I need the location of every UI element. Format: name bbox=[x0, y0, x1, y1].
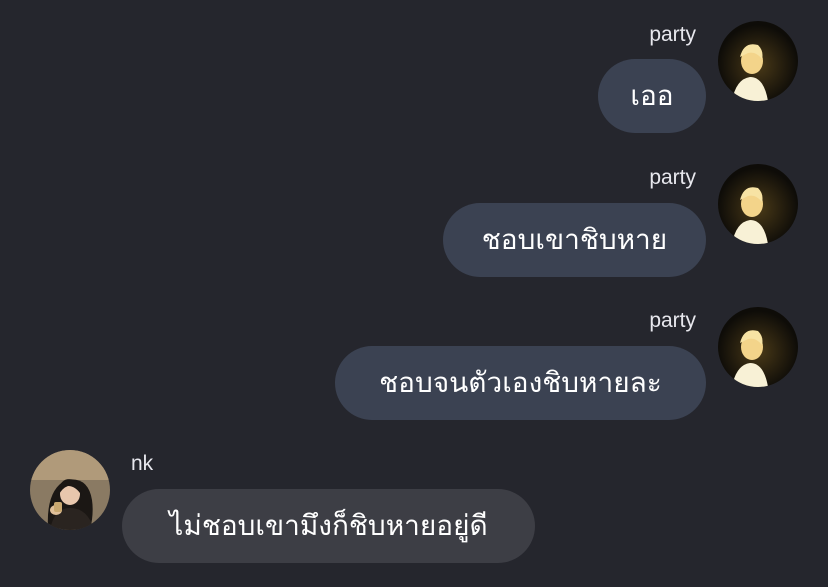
message-bubble-outgoing[interactable]: ชอบเขาชิบหาย bbox=[443, 203, 706, 277]
message-bubble-incoming[interactable]: ไม่ชอบเขามึงก็ชิบหายอยู่ดี bbox=[122, 489, 535, 563]
message-bubble-outgoing[interactable]: ชอบจนตัวเองชิบหายละ bbox=[335, 346, 706, 420]
avatar-nk[interactable] bbox=[30, 450, 110, 530]
profile-photo-nk-icon bbox=[30, 450, 110, 530]
chat-thread: party เออ party ชอบเขาชิบหาย party ชอบจน… bbox=[0, 0, 828, 587]
profile-photo-party-icon bbox=[718, 164, 798, 244]
profile-photo-party-icon bbox=[718, 307, 798, 387]
avatar-party[interactable] bbox=[718, 307, 798, 387]
profile-photo-party-icon bbox=[718, 21, 798, 101]
sender-name: nk bbox=[131, 452, 154, 475]
message-bubble-outgoing[interactable]: เออ bbox=[598, 59, 706, 133]
sender-name: party bbox=[649, 309, 696, 332]
avatar-party[interactable] bbox=[718, 21, 798, 101]
sender-name: party bbox=[649, 166, 696, 189]
avatar-party[interactable] bbox=[718, 164, 798, 244]
sender-name: party bbox=[649, 23, 696, 46]
